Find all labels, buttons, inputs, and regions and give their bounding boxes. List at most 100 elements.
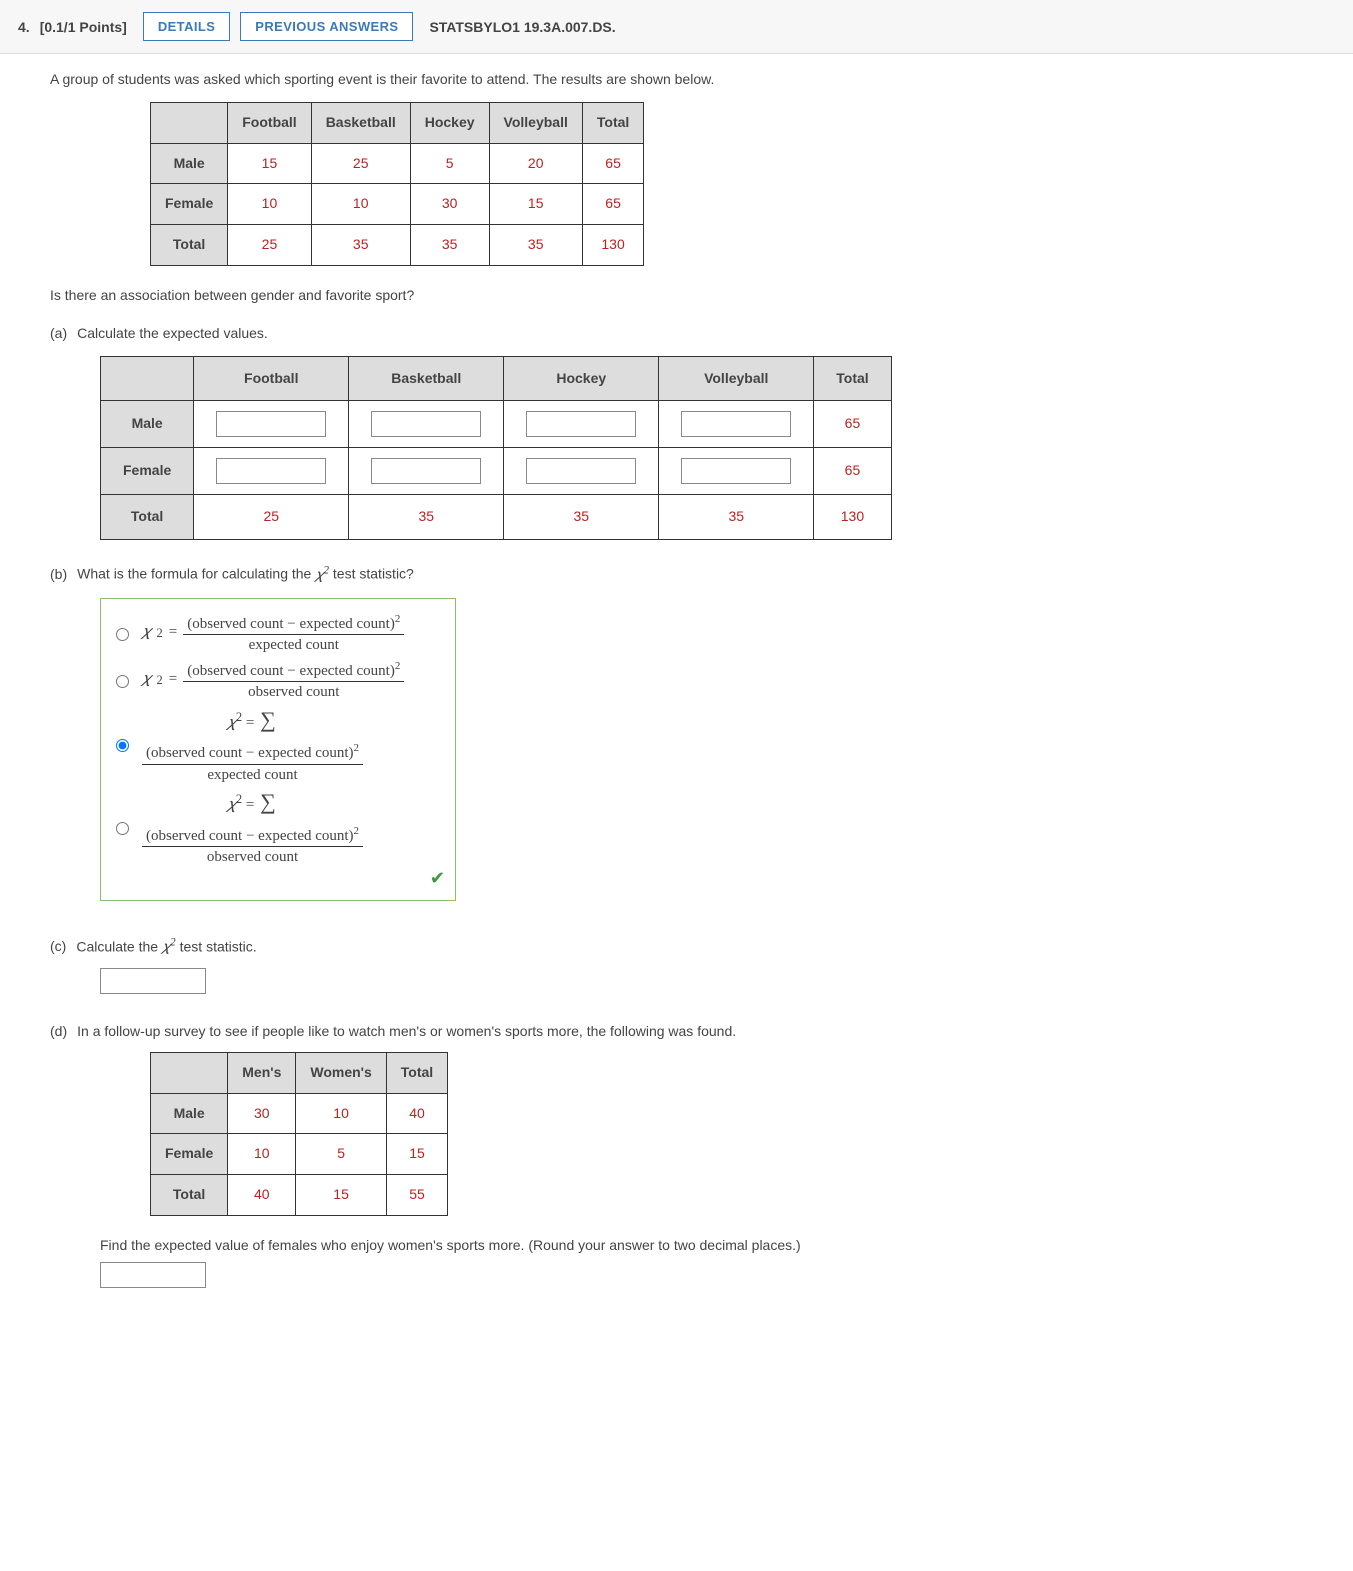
cell: 25 — [311, 143, 410, 184]
formula-option-2: 𝜒2 = (observed count − expected count)2 … — [142, 660, 404, 701]
expected-input-female-basketball[interactable] — [371, 458, 481, 484]
col-header: Volleyball — [659, 356, 814, 401]
table-corner — [151, 1052, 228, 1093]
table-row: Male 30 10 40 — [151, 1093, 448, 1134]
row-header: Total — [151, 225, 228, 266]
table-row: Female 10 10 30 15 65 — [151, 184, 644, 225]
cell: 40 — [386, 1093, 447, 1134]
formula-option-4-radio[interactable] — [116, 822, 129, 835]
col-header: Total — [582, 102, 643, 143]
question-header: 4. [0.1/1 Points] DETAILS PREVIOUS ANSWE… — [0, 0, 1353, 54]
expected-input-male-football[interactable] — [216, 411, 326, 437]
cell: 65 — [814, 401, 891, 448]
cell: 15 — [228, 143, 311, 184]
formula-option-1-radio[interactable] — [116, 628, 129, 641]
formula-option-4: 𝜒2 = ∑ (observed count − expected count)… — [142, 789, 363, 866]
part-d-label: (d)In a follow-up survey to see if peopl… — [50, 1020, 1303, 1044]
col-header: Football — [228, 102, 311, 143]
part-c-label: (c)Calculate the 𝜒2 test statistic. — [50, 933, 1303, 960]
table-row: Male 65 — [101, 401, 892, 448]
col-header: Basketball — [311, 102, 410, 143]
part-c-tail: test statistic. — [176, 938, 257, 954]
cell: 30 — [410, 184, 489, 225]
cell: 35 — [504, 495, 659, 540]
expected-input-female-hockey[interactable] — [526, 458, 636, 484]
row-header: Total — [151, 1175, 228, 1216]
table-row: Female 65 — [101, 448, 892, 495]
expected-input-male-basketball[interactable] — [371, 411, 481, 437]
row-header: Female — [101, 448, 194, 495]
cell: 40 — [228, 1175, 296, 1216]
details-button[interactable]: DETAILS — [143, 12, 230, 41]
table-row: Total 40 15 55 — [151, 1175, 448, 1216]
formula-option-3: 𝜒2 = ∑ (observed count − expected count)… — [142, 707, 363, 784]
cell: 15 — [489, 184, 582, 225]
cell: 35 — [489, 225, 582, 266]
col-header: Football — [194, 356, 349, 401]
question-prompt: A group of students was asked which spor… — [50, 68, 1303, 92]
question-content: A group of students was asked which spor… — [0, 54, 1353, 1328]
question-number: 4. — [18, 19, 30, 35]
table-row: Male 15 25 5 20 65 — [151, 143, 644, 184]
table-corner — [151, 102, 228, 143]
table-row: Female 10 5 15 — [151, 1134, 448, 1175]
formula-option-1: 𝜒2 = (observed count − expected count)2 … — [142, 613, 404, 654]
expected-input-male-volleyball[interactable] — [681, 411, 791, 437]
cell: 55 — [386, 1175, 447, 1216]
previous-answers-button[interactable]: PREVIOUS ANSWERS — [240, 12, 413, 41]
expected-table: Football Basketball Hockey Volleyball To… — [100, 356, 892, 541]
cell: 65 — [814, 448, 891, 495]
expected-input-female-football[interactable] — [216, 458, 326, 484]
cell: 30 — [228, 1093, 296, 1134]
cell: 10 — [228, 1134, 296, 1175]
col-header: Total — [814, 356, 891, 401]
question-reference: STATSBYLO1 19.3A.007.DS. — [429, 19, 615, 35]
cell: 35 — [410, 225, 489, 266]
points-label: [0.1/1 Points] — [40, 19, 127, 35]
checkmark-icon: ✔ — [430, 863, 445, 894]
table-row: Total 25 35 35 35 130 — [151, 225, 644, 266]
cell: 130 — [814, 495, 891, 540]
col-header: Basketball — [349, 356, 504, 401]
col-header: Hockey — [410, 102, 489, 143]
cell: 25 — [228, 225, 311, 266]
cell: 5 — [410, 143, 489, 184]
part-d-followup: Find the expected value of females who e… — [100, 1234, 1303, 1258]
col-header: Total — [386, 1052, 447, 1093]
row-header: Male — [151, 143, 228, 184]
table-corner — [101, 356, 194, 401]
cell: 20 — [489, 143, 582, 184]
col-header: Volleyball — [489, 102, 582, 143]
table-row: Total 25 35 35 35 130 — [101, 495, 892, 540]
followup-table: Men's Women's Total Male 30 10 40 Female… — [150, 1052, 448, 1216]
part-a-label: (a)Calculate the expected values. — [50, 322, 1303, 346]
cell: 35 — [349, 495, 504, 540]
row-header: Total — [101, 495, 194, 540]
row-header: Female — [151, 1134, 228, 1175]
part-d-text: In a follow-up survey to see if people l… — [77, 1023, 736, 1039]
observed-table: Football Basketball Hockey Volleyball To… — [150, 102, 644, 266]
part-b-tail: test statistic? — [329, 566, 414, 582]
cell: 15 — [386, 1134, 447, 1175]
expected-input-female-volleyball[interactable] — [681, 458, 791, 484]
part-a-text: Calculate the expected values. — [77, 325, 268, 341]
cell: 10 — [228, 184, 311, 225]
row-header: Male — [151, 1093, 228, 1134]
formula-option-3-radio[interactable] — [116, 739, 129, 752]
row-header: Female — [151, 184, 228, 225]
col-header: Hockey — [504, 356, 659, 401]
subquestion: Is there an association between gender a… — [50, 284, 1303, 308]
part-b-label: (b)What is the formula for calculating t… — [50, 560, 1303, 587]
row-header: Male — [101, 401, 194, 448]
cell: 65 — [582, 184, 643, 225]
col-header: Men's — [228, 1052, 296, 1093]
part-c-lead: Calculate the — [76, 938, 162, 954]
part-b-text: What is the formula for calculating the — [77, 566, 315, 582]
cell: 35 — [311, 225, 410, 266]
chi-square-input[interactable] — [100, 968, 206, 994]
formula-option-2-radio[interactable] — [116, 675, 129, 688]
cell: 35 — [659, 495, 814, 540]
expected-female-womens-input[interactable] — [100, 1262, 206, 1288]
cell: 10 — [311, 184, 410, 225]
expected-input-male-hockey[interactable] — [526, 411, 636, 437]
